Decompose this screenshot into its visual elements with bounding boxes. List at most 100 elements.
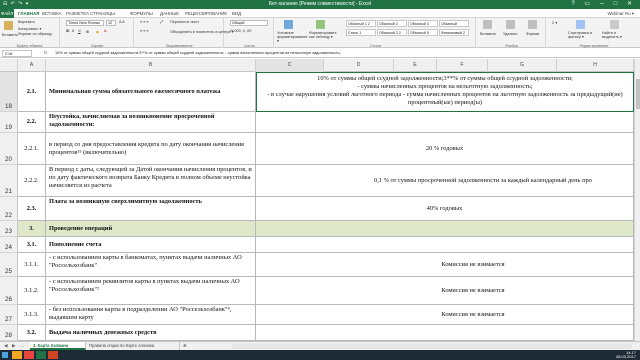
borders-icon[interactable]: ⊞	[86, 29, 89, 34]
cell-a18[interactable]: 2.1.	[18, 72, 46, 112]
style-cell-2[interactable]: Обычный 2	[377, 20, 407, 27]
format-as-table-icon[interactable]	[316, 20, 325, 29]
row-header-25[interactable]: 25	[0, 253, 18, 277]
cell-a22[interactable]: 2.3.	[18, 197, 46, 221]
cell-a26[interactable]: 3.1.2.	[18, 277, 46, 305]
user-account[interactable]: Webinar Ru ▾	[607, 11, 634, 17]
cell-b22[interactable]: Плата за возникшую сверхлимитную задолже…	[46, 197, 256, 221]
cell-c22[interactable]: 40% годовых	[256, 197, 634, 221]
cell-c23[interactable]	[256, 221, 634, 237]
browser-icon[interactable]	[24, 351, 34, 359]
cell-a20[interactable]: 2.2.1.	[18, 133, 46, 165]
tab-page-layout[interactable]: РАЗМЕТКА СТРАНИЦЫ	[66, 11, 115, 16]
cell-a28[interactable]: 3.2.	[18, 325, 46, 341]
font-size-select[interactable]: 10	[106, 20, 116, 26]
cell-c21[interactable]: 0,1 % от суммы просроченной задолженност…	[256, 165, 634, 197]
start-icon[interactable]	[2, 352, 8, 358]
cell-b27[interactable]: - без использования карты в подразделени…	[46, 305, 256, 325]
row-header-26[interactable]: 26	[0, 277, 18, 305]
cut-button[interactable]: Вырезать	[18, 20, 35, 24]
find-select-icon[interactable]	[610, 20, 619, 29]
merge-center-button[interactable]: Объединить и поместить в центре ▾	[170, 29, 234, 34]
column-header-b[interactable]: B	[46, 59, 256, 72]
column-header-d[interactable]: D	[324, 59, 394, 72]
cell-b20[interactable]: в период со дня предоставления кредита п…	[46, 133, 256, 165]
tab-insert[interactable]: ВСТАВКА	[42, 11, 62, 16]
insert-cells-icon[interactable]	[483, 20, 492, 29]
sheet-tab-active[interactable]: 3. Карта Халвана	[30, 342, 86, 350]
cell-b19[interactable]: Неустойка, начисляемая за возникновение …	[46, 112, 256, 133]
find-select-button[interactable]: Найти и выделить ▾	[602, 31, 632, 39]
autosum-button[interactable]: Σ ▾	[552, 20, 557, 25]
cell-b26[interactable]: - с использованием реквизитов карты в пу…	[46, 277, 256, 305]
sort-filter-button[interactable]: Сортировка и фильтр ▾	[568, 31, 596, 39]
excel-taskbar-icon[interactable]	[36, 351, 46, 359]
cell-a21[interactable]: 2.2.2.	[18, 165, 46, 197]
copy-button[interactable]: Копировать ▾	[18, 26, 41, 31]
delete-cells-icon[interactable]	[506, 20, 515, 29]
sheet-tab-2[interactable]: Правила опции по Карте олоника	[86, 342, 180, 350]
worksheet-grid[interactable]: A B C D E F G H 18 2.1. Минимальная сумм…	[0, 59, 640, 341]
paste-button[interactable]: Вставить	[2, 33, 18, 37]
cell-c26[interactable]: Комиссия не взимается	[256, 277, 634, 305]
style-cell-5[interactable]: Стиль 1	[346, 29, 376, 36]
cell-c27[interactable]: Комиссия не взимается	[256, 305, 634, 325]
number-format-icons[interactable]: % 000 ,0 ,00	[230, 29, 251, 33]
align-left-icons[interactable]: ≡ ≡ ≡	[140, 29, 149, 33]
window-controls[interactable]: ? ▭ ─ □ ✕	[571, 0, 636, 7]
font-name-select[interactable]: Times New Roman	[66, 20, 104, 26]
cell-c24[interactable]	[256, 237, 634, 253]
tab-formulas[interactable]: ФОРМУЛЫ	[130, 11, 153, 16]
delete-cells-button[interactable]: Удалить	[503, 32, 518, 36]
fill-color-icon[interactable]: ◆	[96, 29, 99, 34]
tab-view[interactable]: ВИД	[232, 11, 241, 16]
cell-c28[interactable]	[256, 325, 634, 341]
column-header-f[interactable]: F	[437, 59, 488, 72]
number-format-select[interactable]: Общий	[230, 20, 268, 26]
conditional-formatting-button[interactable]: Условное форматирование ▾	[277, 31, 307, 43]
tab-data[interactable]: ДАННЫЕ	[160, 11, 179, 16]
cell-a25[interactable]: 3.1.1.	[18, 253, 46, 277]
bold-icon[interactable]: Ж	[66, 29, 69, 33]
format-painter-button[interactable]: Формат по образцу	[18, 32, 52, 36]
conditional-formatting-icon[interactable]	[284, 20, 293, 29]
sheet-nav-more-icon[interactable]: …	[20, 343, 25, 348]
cell-c18[interactable]: 10% от суммы общей ссудной задолженности…	[256, 72, 634, 112]
row-header-20[interactable]: 20	[0, 133, 18, 165]
style-cell-8[interactable]: Финансовый 2	[439, 29, 469, 36]
powerpoint-taskbar-icon[interactable]	[48, 351, 58, 359]
formula-input[interactable]: 10% от суммы общей ссудной задолженности…	[55, 50, 638, 57]
sheet-nav-right-icon[interactable]: ▶	[12, 343, 16, 349]
row-header-28[interactable]: 28	[0, 325, 18, 341]
cell-c25[interactable]: Комиссия не взимается	[256, 253, 634, 277]
sort-filter-icon[interactable]	[576, 20, 585, 29]
cell-b21[interactable]: В период с даты, следующей за Датой окон…	[46, 165, 256, 197]
cell-a19[interactable]: 2.2.	[18, 112, 46, 133]
style-cell-3[interactable]: Обычный 3	[408, 20, 438, 27]
horizontal-scrollbar[interactable]	[232, 344, 632, 349]
wrap-text-button[interactable]: Перенести текст	[170, 20, 199, 24]
row-header-23[interactable]: 23	[0, 221, 18, 237]
cell-a27[interactable]: 3.1.3.	[18, 305, 46, 325]
vertical-scrollbar[interactable]	[634, 59, 640, 341]
insert-cells-button[interactable]: Вставить	[480, 32, 496, 36]
column-header-c[interactable]: C	[256, 59, 324, 72]
paste-icon[interactable]	[4, 21, 13, 30]
format-cells-icon[interactable]	[528, 20, 537, 29]
column-header-h[interactable]: H	[557, 59, 634, 72]
cell-c19[interactable]	[256, 112, 634, 133]
style-cell-6[interactable]: Обычный 2 2	[377, 29, 407, 36]
explorer-icon[interactable]	[12, 351, 22, 359]
format-cells-button[interactable]: Формат	[526, 32, 540, 36]
align-top-icons[interactable]: ≡ ≡ ≡	[140, 20, 149, 24]
add-sheet-icon[interactable]: ⊕	[180, 342, 192, 350]
row-header-27[interactable]: 27	[0, 305, 18, 325]
row-header-18[interactable]: 18	[0, 72, 18, 112]
style-cell-4[interactable]: Обычный	[439, 20, 469, 27]
underline-icon[interactable]: Ч	[78, 29, 81, 33]
row-header-21[interactable]: 21	[0, 165, 18, 197]
format-as-table-button[interactable]: Форматировать как таблицу ▾	[309, 31, 339, 39]
cell-b18[interactable]: Минимальная сумма обязательного ежемесяч…	[46, 72, 256, 112]
font-grow-icon[interactable]: A A	[119, 20, 125, 24]
style-cell-1[interactable]: Обычный 1 2	[346, 20, 376, 27]
